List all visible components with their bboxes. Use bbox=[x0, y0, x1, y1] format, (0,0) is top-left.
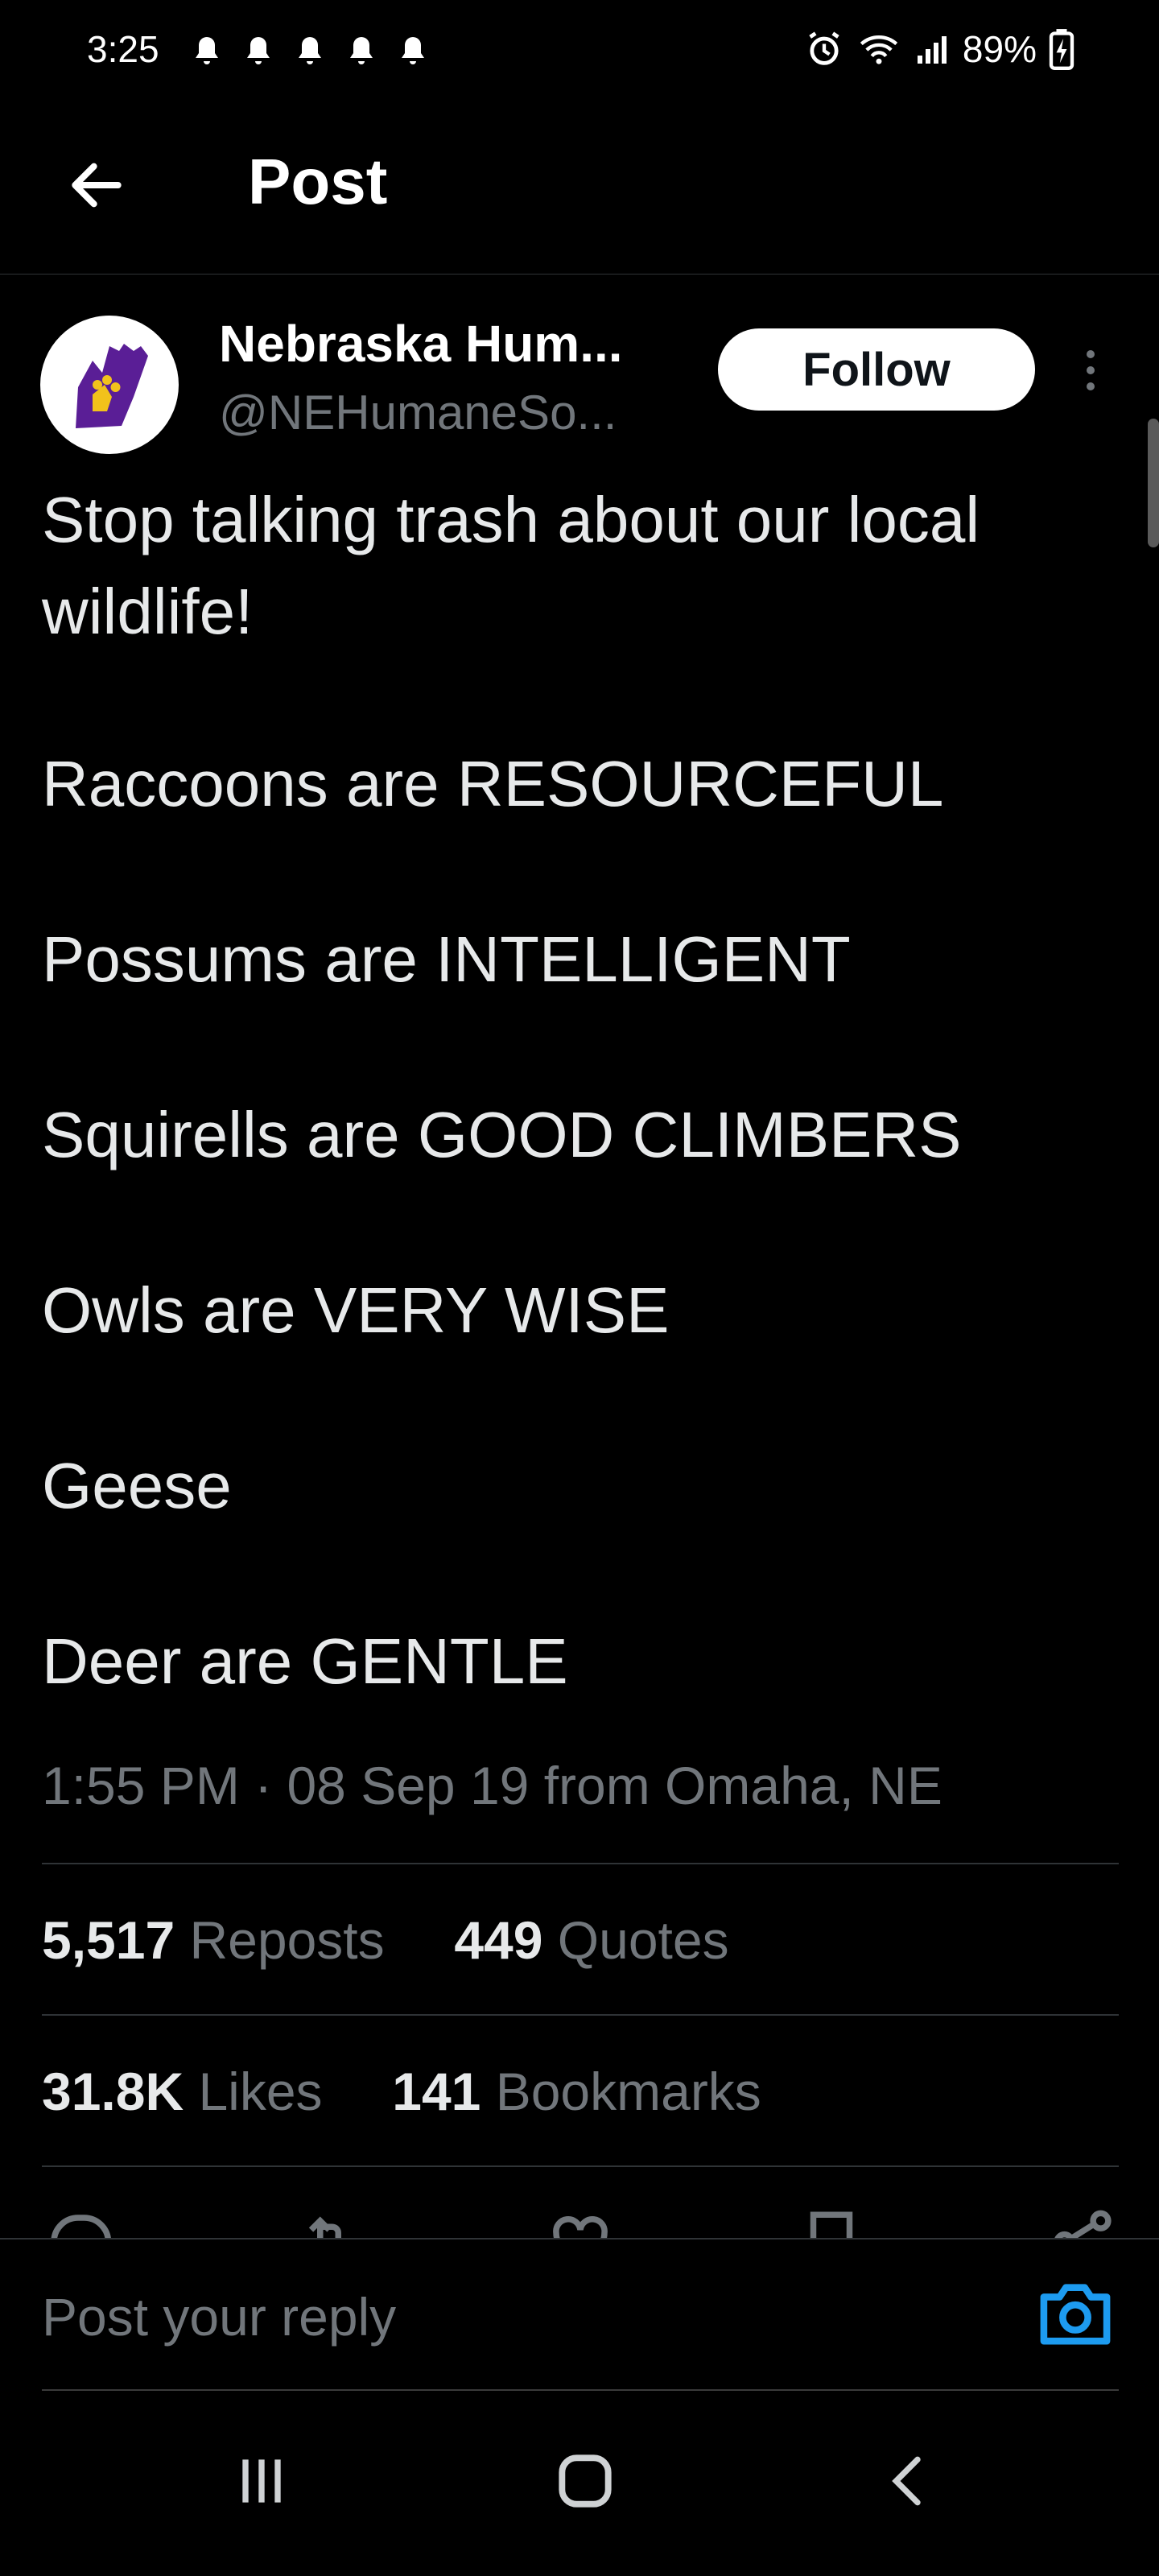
bookmarks-stat[interactable]: 141 Bookmarks bbox=[392, 2062, 761, 2121]
stats-row-likes: 31.8K Likes 141 Bookmarks bbox=[42, 2061, 761, 2122]
notification-bell-icon bbox=[350, 37, 373, 64]
battery-charging-icon bbox=[1049, 29, 1074, 70]
likes-count: 31.8K bbox=[42, 2062, 184, 2121]
divider bbox=[42, 1863, 1119, 1864]
more-dot-icon bbox=[1087, 382, 1095, 390]
author-name[interactable]: Nebraska Hum... bbox=[219, 314, 623, 374]
signal-icon bbox=[917, 36, 947, 64]
post-text-line: Owls are VERY WISE bbox=[42, 1274, 670, 1346]
notification-bell-icon bbox=[196, 37, 218, 64]
bookmark-icon[interactable] bbox=[795, 2206, 868, 2238]
reply-bar: Post your reply bbox=[0, 2238, 1159, 2392]
reply-input[interactable]: Post your reply bbox=[42, 2286, 396, 2347]
post-text-line: Stop talking trash about our local bbox=[42, 484, 980, 555]
post-text-line: wildlife! bbox=[42, 576, 254, 647]
notification-bell-icon bbox=[247, 37, 270, 64]
home-icon bbox=[559, 2454, 612, 2508]
notification-bell-icon bbox=[299, 37, 321, 64]
camera-icon[interactable] bbox=[1037, 2278, 1114, 2347]
recent-apps-button[interactable] bbox=[221, 2441, 302, 2521]
arrow-left-icon bbox=[72, 163, 122, 208]
divider bbox=[42, 2165, 1119, 2167]
post-text-line: Squirells are GOOD CLIMBERS bbox=[42, 1099, 962, 1170]
author-handle[interactable]: @NEHumaneSo... bbox=[219, 385, 617, 440]
post-text-line: Deer are GENTLE bbox=[42, 1625, 568, 1697]
more-options-button[interactable] bbox=[1070, 338, 1111, 402]
post-text-line: Raccoons are RESOURCEFUL bbox=[42, 748, 944, 819]
share-icon[interactable] bbox=[1046, 2206, 1119, 2238]
post-actions bbox=[42, 2206, 1119, 2238]
stats-row-reposts: 5,517 Reposts 449 Quotes bbox=[42, 1909, 729, 1971]
reply-underline bbox=[42, 2389, 1119, 2391]
divider bbox=[42, 2014, 1119, 2016]
likes-stat[interactable]: 31.8K Likes bbox=[42, 2062, 323, 2121]
follow-button[interactable]: Follow bbox=[718, 328, 1035, 411]
status-time: 3:25 bbox=[87, 28, 159, 70]
bookmarks-count: 141 bbox=[392, 2062, 481, 2121]
like-icon[interactable] bbox=[544, 2206, 617, 2238]
post-text-line: Possums are INTELLIGENT bbox=[42, 923, 851, 995]
battery-percent: 89% bbox=[962, 28, 1037, 70]
more-dot-icon bbox=[1087, 366, 1095, 374]
avatar[interactable] bbox=[40, 316, 179, 454]
notification-icons bbox=[187, 32, 433, 71]
wifi-icon bbox=[860, 35, 898, 64]
post-header: Post bbox=[0, 105, 1159, 275]
reposts-stat[interactable]: 5,517 Reposts bbox=[42, 1910, 385, 1970]
quotes-label: Quotes bbox=[557, 1910, 729, 1970]
post-text-line: Geese bbox=[42, 1450, 232, 1521]
reposts-label: Reposts bbox=[189, 1910, 385, 1970]
reposts-count: 5,517 bbox=[42, 1910, 175, 1970]
page-title: Post bbox=[248, 146, 388, 217]
quotes-stat[interactable]: 449 Quotes bbox=[454, 1910, 728, 1970]
status-right: 89% bbox=[803, 27, 1075, 71]
system-nav-bar bbox=[0, 2392, 1159, 2576]
back-nav-button[interactable] bbox=[869, 2441, 950, 2521]
quotes-count: 449 bbox=[454, 1910, 543, 1970]
status-bar: 3:25 89% bbox=[0, 0, 1159, 105]
chevron-left-icon bbox=[892, 2456, 921, 2506]
bookmarks-label: Bookmarks bbox=[495, 2062, 761, 2121]
back-button[interactable] bbox=[56, 145, 137, 225]
repost-icon[interactable] bbox=[293, 2206, 365, 2238]
more-dot-icon bbox=[1087, 350, 1095, 358]
recent-apps-icon bbox=[242, 2459, 281, 2503]
alarm-icon bbox=[809, 31, 839, 65]
notification-bell-icon bbox=[402, 37, 424, 64]
reply-icon[interactable] bbox=[42, 2206, 114, 2238]
likes-label: Likes bbox=[198, 2062, 323, 2121]
post-timestamp[interactable]: 1:55 PM · 08 Sep 19 from Omaha, NE bbox=[42, 1755, 942, 1816]
humane-society-logo-icon bbox=[76, 344, 148, 428]
scrollbar[interactable] bbox=[1148, 419, 1159, 547]
home-button[interactable] bbox=[545, 2441, 625, 2521]
